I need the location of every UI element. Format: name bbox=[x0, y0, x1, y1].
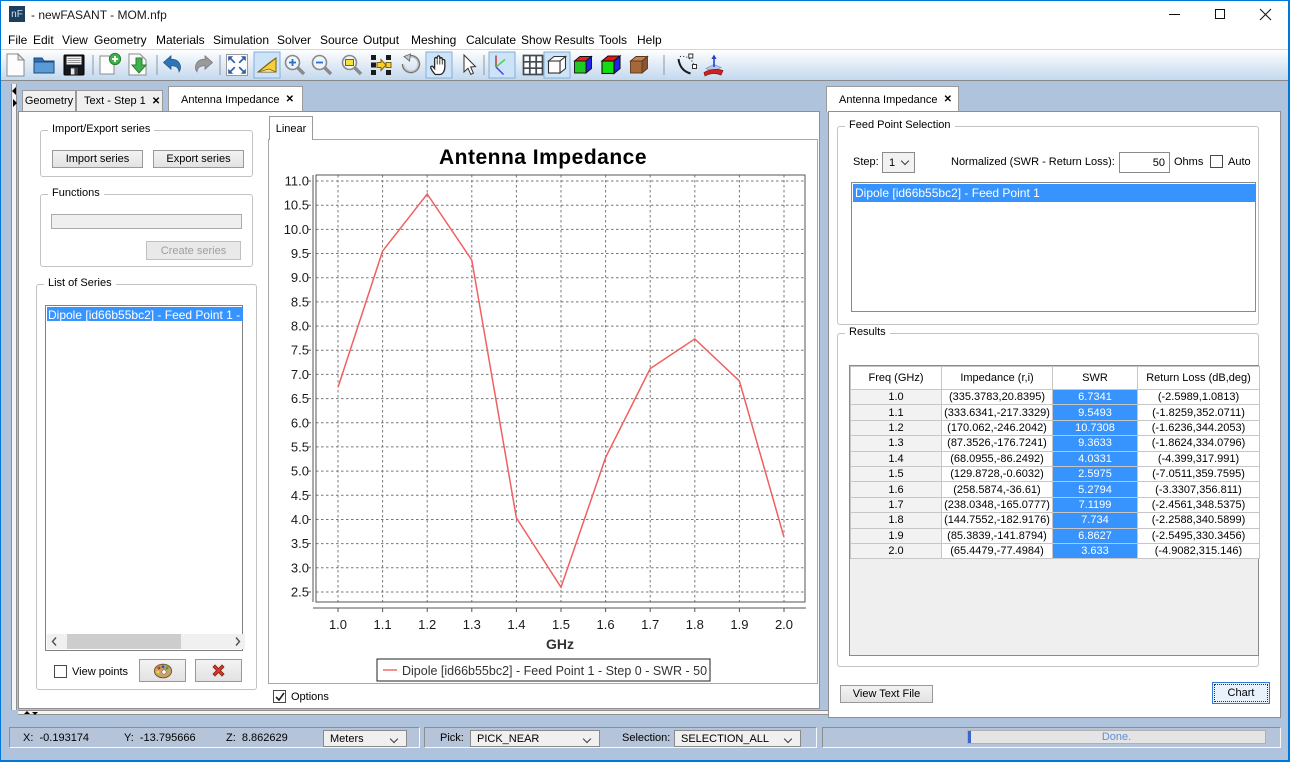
svg-text:3.5: 3.5 bbox=[291, 536, 309, 551]
svg-text:6.0: 6.0 bbox=[291, 415, 309, 430]
svg-text:1.4: 1.4 bbox=[507, 617, 525, 632]
svg-text:5.5: 5.5 bbox=[291, 439, 309, 454]
svg-text:4.5: 4.5 bbox=[291, 488, 309, 503]
svg-text:1.9: 1.9 bbox=[730, 617, 748, 632]
svg-text:6.5: 6.5 bbox=[291, 391, 309, 406]
svg-text:2.5: 2.5 bbox=[291, 585, 309, 600]
svg-text:1.3: 1.3 bbox=[463, 617, 481, 632]
svg-text:10.0: 10.0 bbox=[284, 222, 309, 237]
svg-text:1.0: 1.0 bbox=[329, 617, 347, 632]
svg-text:1.6: 1.6 bbox=[597, 617, 615, 632]
svg-text:9.0: 9.0 bbox=[291, 270, 309, 285]
svg-text:3.0: 3.0 bbox=[291, 560, 309, 575]
svg-text:2.0: 2.0 bbox=[775, 617, 793, 632]
svg-text:1.5: 1.5 bbox=[552, 617, 570, 632]
svg-text:1.7: 1.7 bbox=[641, 617, 659, 632]
svg-text:1.2: 1.2 bbox=[418, 617, 436, 632]
svg-text:7.5: 7.5 bbox=[291, 343, 309, 358]
svg-text:GHz: GHz bbox=[546, 636, 574, 652]
svg-text:Antenna Impedance: Antenna Impedance bbox=[439, 146, 647, 169]
svg-text:4.0: 4.0 bbox=[291, 512, 309, 527]
svg-text:1.8: 1.8 bbox=[686, 617, 704, 632]
svg-text:5.0: 5.0 bbox=[291, 464, 309, 479]
svg-text:7.0: 7.0 bbox=[291, 367, 309, 382]
svg-text:Dipole [id66b55bc2] - Feed Poi: Dipole [id66b55bc2] - Feed Point 1 - Ste… bbox=[402, 664, 707, 678]
svg-text:11.0: 11.0 bbox=[285, 174, 309, 189]
svg-text:8.5: 8.5 bbox=[291, 294, 309, 309]
svg-text:10.5: 10.5 bbox=[284, 198, 309, 213]
svg-text:1.1: 1.1 bbox=[374, 617, 392, 632]
svg-text:8.0: 8.0 bbox=[291, 319, 309, 334]
svg-text:9.5: 9.5 bbox=[291, 246, 309, 261]
